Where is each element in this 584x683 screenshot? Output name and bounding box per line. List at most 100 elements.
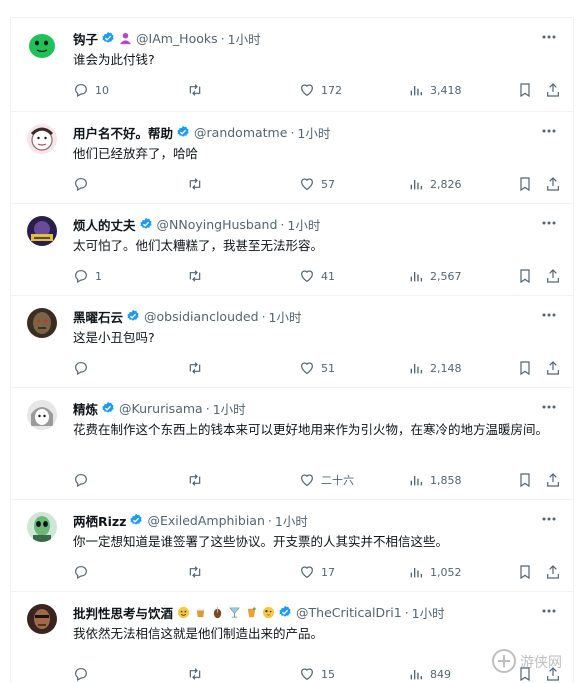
display-name[interactable]: 钩子	[73, 29, 98, 48]
retweet-button[interactable]	[187, 80, 209, 100]
bookmark-button[interactable]	[517, 80, 533, 100]
tweet[interactable]: 两栖Rizz @ExiledAmphibian · 1小时 你一定想知道是谁签署…	[11, 500, 573, 592]
retweet-button[interactable]	[187, 470, 209, 490]
tweet-text: 谁会为此付钱?	[73, 52, 155, 67]
reply-button[interactable]	[73, 358, 95, 378]
avatar[interactable]	[27, 308, 57, 338]
timestamp[interactable]: 1小时	[269, 307, 302, 326]
display-name[interactable]: 用户名不好。帮助	[73, 123, 173, 142]
like-count: 51	[321, 361, 335, 375]
like-button[interactable]: 172	[299, 80, 342, 100]
tweet[interactable]: 钩子 @IAm_Hooks · 1小时 谁会为此付钱? 10 172 3,418	[11, 18, 573, 112]
like-count: 41	[321, 269, 335, 283]
retweet-button[interactable]	[187, 266, 209, 286]
reply-button[interactable]: 10	[73, 80, 109, 100]
views-button[interactable]: 2,826	[408, 174, 462, 194]
tweet[interactable]: 精炼 @Kururisama · 1小时 花费在制作这个东西上的钱本来可以更好地…	[11, 388, 573, 500]
tweet-text: 你一定想知道是谁签署了这些协议。开支票的人其实并不相信这些。	[73, 534, 449, 549]
more-options-icon[interactable]	[541, 216, 557, 230]
separator-dot: ·	[267, 512, 272, 528]
tweet[interactable]: 烦人的丈夫 @NNoyingHusband · 1小时 太可怕了。他们太糟糕了，…	[11, 204, 573, 296]
views-button[interactable]: 2,567	[408, 266, 462, 286]
views-button[interactable]: 2,148	[408, 358, 462, 378]
display-name[interactable]: 精炼	[73, 399, 98, 418]
view-count: 3,418	[430, 83, 462, 97]
retweet-icon	[189, 362, 201, 374]
display-name[interactable]: 两栖Rizz	[73, 511, 126, 530]
analytics-icon	[410, 272, 422, 282]
timestamp[interactable]: 1小时	[287, 215, 320, 234]
handle[interactable]: @NNoyingHusband	[157, 217, 278, 232]
views-button[interactable]: 1,052	[408, 562, 462, 582]
views-button[interactable]: 3,418	[408, 80, 462, 100]
reply-button[interactable]	[73, 174, 95, 194]
like-button[interactable]: 二十六	[299, 470, 354, 490]
verified-badge-icon	[177, 125, 189, 137]
display-name[interactable]: 黑曜石云	[73, 307, 123, 326]
share-button[interactable]	[545, 358, 561, 378]
retweet-button[interactable]	[187, 358, 209, 378]
display-name[interactable]: 烦人的丈夫	[73, 215, 136, 234]
tweet[interactable]: 黑曜石云 @obsidianclouded · 1小时 这是小丑包吗? 51 2…	[11, 296, 573, 388]
like-button[interactable]: 17	[299, 562, 335, 582]
separator-dot: ·	[290, 124, 295, 140]
share-button[interactable]	[545, 470, 561, 490]
avatar[interactable]	[27, 30, 57, 60]
timestamp[interactable]: 1小时	[297, 123, 330, 142]
share-button[interactable]	[545, 562, 561, 582]
more-options-icon[interactable]	[541, 30, 557, 44]
share-button[interactable]	[545, 174, 561, 194]
handle[interactable]: @IAm_Hooks	[136, 31, 218, 46]
more-options-icon[interactable]	[541, 308, 557, 322]
share-icon	[547, 83, 559, 97]
like-button[interactable]: 51	[299, 358, 335, 378]
more-options-icon[interactable]	[541, 512, 557, 526]
bookmark-button[interactable]	[517, 266, 533, 286]
handle[interactable]: @ExiledAmphibian	[147, 513, 264, 528]
retweet-button[interactable]	[187, 664, 209, 683]
more-options-icon[interactable]	[541, 604, 557, 618]
heart-icon	[301, 178, 313, 191]
tweet[interactable]: 批判性思考与饮酒 @TheCriticalDri1 · 1小时 我依然无法相信这…	[11, 592, 573, 683]
reply-icon	[75, 474, 87, 488]
avatar[interactable]	[27, 512, 57, 542]
like-count: 57	[321, 177, 335, 191]
reply-button[interactable]	[73, 470, 95, 490]
more-options-icon[interactable]	[541, 400, 557, 414]
like-button[interactable]: 57	[299, 174, 335, 194]
avatar[interactable]	[27, 400, 57, 430]
display-name[interactable]: 批判性思考与饮酒	[73, 603, 173, 622]
bookmark-button[interactable]	[517, 470, 533, 490]
views-button[interactable]: 849	[408, 664, 451, 683]
tweet-text: 花费在制作这个东西上的钱本来可以更好地用来作为引火物，在寒冷的地方温暖房间。	[73, 422, 549, 437]
avatar[interactable]	[27, 216, 57, 246]
handle[interactable]: @Kururisama	[119, 401, 203, 416]
retweet-button[interactable]	[187, 562, 209, 582]
reply-button[interactable]: 1	[73, 266, 102, 286]
avatar[interactable]	[27, 124, 57, 154]
reply-button[interactable]	[73, 664, 95, 683]
timestamp[interactable]: 1小时	[213, 399, 246, 418]
tweet[interactable]: 用户名不好。帮助 @randomatme · 1小时 他们已经放弃了，哈哈 57…	[11, 112, 573, 204]
more-options-icon[interactable]	[541, 124, 557, 138]
like-button[interactable]: 41	[299, 266, 335, 286]
views-button[interactable]: 1,858	[408, 470, 462, 490]
timestamp[interactable]: 1小时	[275, 511, 308, 530]
timestamp[interactable]: 1小时	[228, 29, 261, 48]
reply-button[interactable]	[73, 562, 95, 582]
retweet-button[interactable]	[187, 174, 209, 194]
bookmark-button[interactable]	[517, 562, 533, 582]
tweet-header: 批判性思考与饮酒 @TheCriticalDri1 · 1小时	[73, 602, 445, 622]
avatar[interactable]	[27, 604, 57, 634]
affiliate-badge-icon	[119, 32, 132, 44]
handle[interactable]: @obsidianclouded	[144, 309, 259, 324]
timestamp[interactable]: 1小时	[412, 603, 445, 622]
like-button[interactable]: 15	[299, 664, 335, 683]
handle[interactable]: @randomatme	[194, 125, 287, 140]
share-button[interactable]	[545, 266, 561, 286]
tweet-text: 这是小丑包吗?	[73, 330, 155, 345]
bookmark-button[interactable]	[517, 358, 533, 378]
handle[interactable]: @TheCriticalDri1	[296, 605, 402, 620]
share-button[interactable]	[545, 80, 561, 100]
bookmark-button[interactable]	[517, 174, 533, 194]
